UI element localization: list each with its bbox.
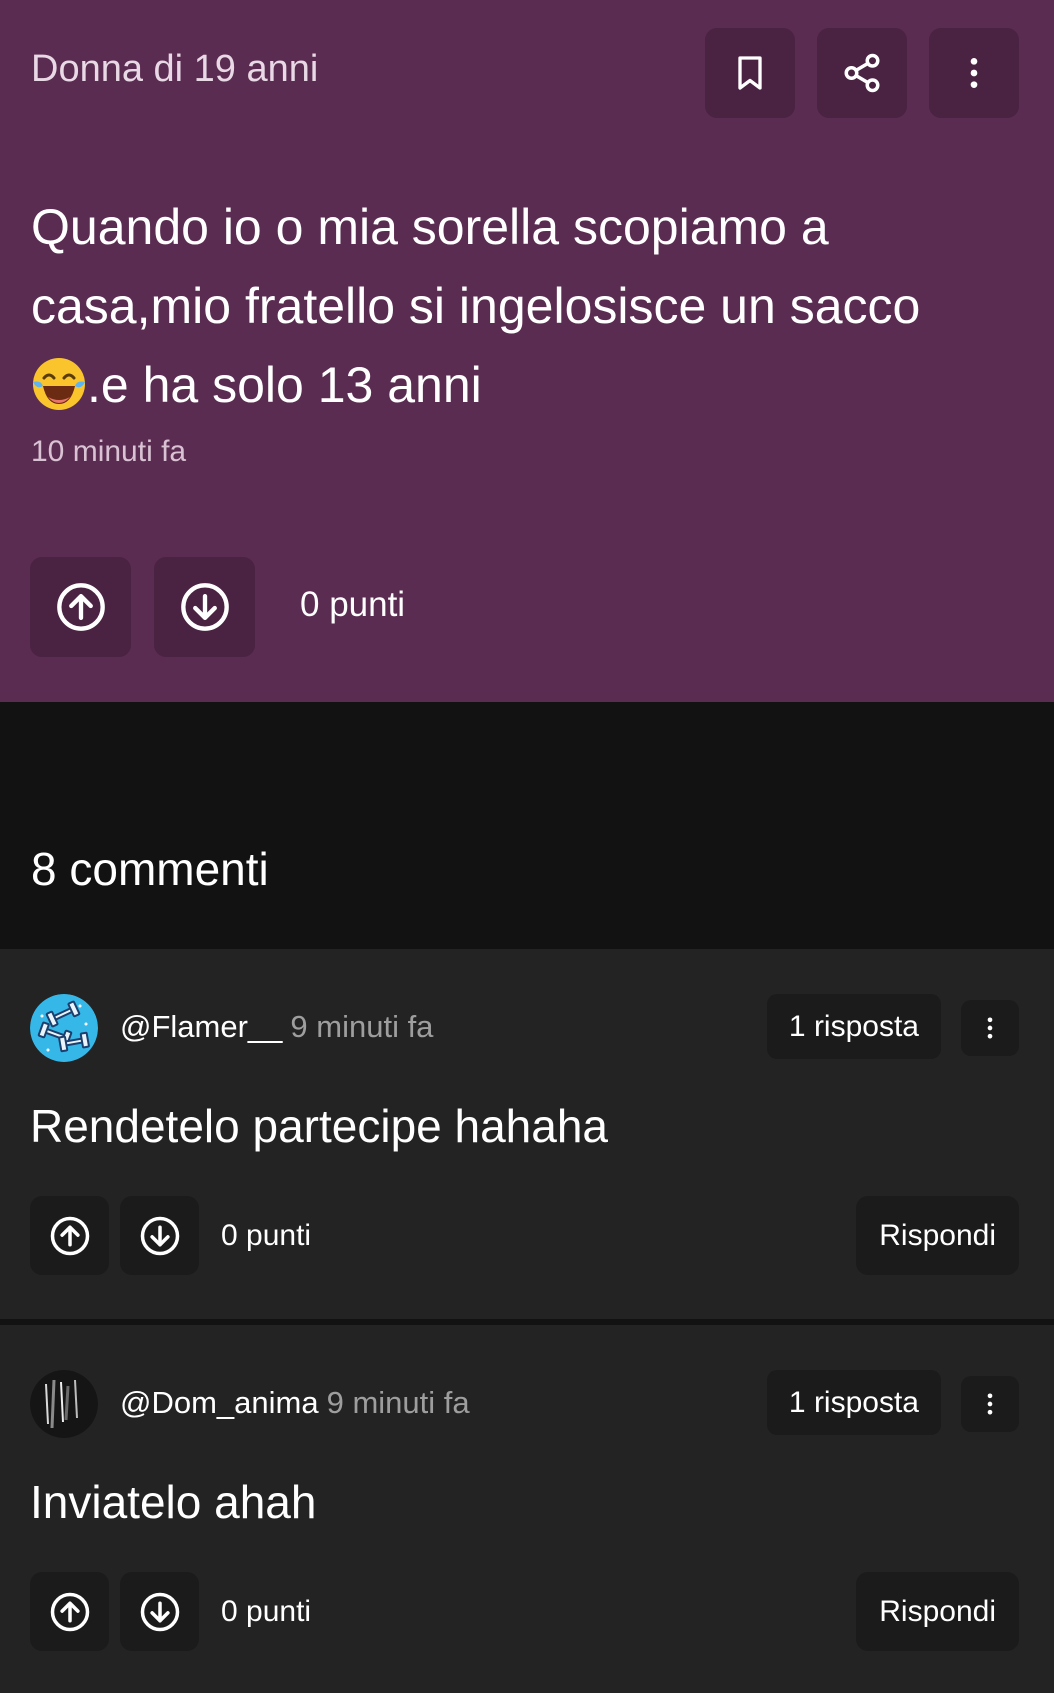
comment-card: @Dom_anima 9 minuti fa 1 risposta Inviate…: [0, 1325, 1054, 1693]
comment-timestamp: 9 minuti fa: [290, 1009, 434, 1044]
comment-text: Inviatelo ahah: [30, 1476, 317, 1528]
comment-downvote-button[interactable]: [120, 1572, 199, 1651]
arrow-up-circle-icon: [56, 583, 105, 631]
avatar[interactable]: [30, 1370, 98, 1438]
laughing-tears-emoji-icon: [33, 358, 85, 410]
reply-button[interactable]: Rispondi: [856, 1572, 1019, 1651]
arrow-down-circle-icon: [140, 1216, 179, 1255]
arrow-up-circle-icon: [50, 1216, 89, 1255]
bookmark-button[interactable]: [705, 28, 795, 118]
post-upvote-button[interactable]: [30, 557, 131, 657]
arrow-down-circle-icon: [140, 1592, 179, 1631]
reply-count-button[interactable]: 1 risposta: [766, 994, 941, 1059]
comment-upvote-button[interactable]: [30, 1196, 109, 1275]
more-vertical-icon: [987, 1017, 993, 1039]
post-text-line3: .e ha solo 13 anni: [87, 357, 482, 413]
post-body: Quando io o mia sorella scopiamo a casa,…: [31, 188, 1031, 425]
comment-more-button[interactable]: [961, 1000, 1019, 1056]
post-downvote-button[interactable]: [154, 557, 255, 657]
comment-points: 0 punti: [221, 1219, 312, 1252]
post-timestamp: 10 minuti fa: [31, 435, 187, 468]
avatar[interactable]: [30, 994, 98, 1062]
more-vertical-icon: [987, 1393, 993, 1415]
more-vertical-icon: [970, 58, 978, 88]
comment-text: Rendetelo partecipe hahaha: [30, 1100, 609, 1152]
comment-author-line: @Dom_anima 9 minuti fa: [120, 1385, 470, 1421]
share-button[interactable]: [817, 28, 907, 118]
comments-count-heading: 8 commenti: [31, 843, 269, 895]
post-text-line1: Quando io o mia sorella scopiamo a: [31, 199, 829, 255]
reply-button[interactable]: Rispondi: [856, 1196, 1019, 1275]
arrow-down-circle-icon: [180, 583, 229, 631]
post-points: 0 punti: [300, 585, 406, 624]
share-icon: [844, 53, 880, 93]
bookmark-icon: [738, 56, 762, 90]
post-card: Donna di 19 anni Quando io o mia sorella…: [0, 0, 1054, 702]
comment-upvote-button[interactable]: [30, 1572, 109, 1651]
reply-count-button[interactable]: 1 risposta: [766, 1370, 941, 1435]
comment-author-line: @Flamer__ 9 minuti fa: [120, 1009, 433, 1045]
post-author-meta: Donna di 19 anni: [31, 48, 319, 90]
post-more-button[interactable]: [929, 28, 1019, 118]
comment-username[interactable]: @Flamer__: [120, 1009, 282, 1044]
comment-more-button[interactable]: [961, 1376, 1019, 1432]
dumbbell-avatar-image: [30, 994, 98, 1062]
post-text-line2: casa,mio fratello si ingelosisce un sacc…: [31, 278, 921, 334]
comment-username[interactable]: @Dom_anima: [120, 1385, 319, 1420]
comment-timestamp: 9 minuti fa: [326, 1385, 470, 1420]
arrow-up-circle-icon: [50, 1592, 89, 1631]
comment-downvote-button[interactable]: [120, 1196, 199, 1275]
comment-points: 0 punti: [221, 1595, 312, 1628]
comment-card: @Flamer__ 9 minuti fa 1 risposta Rendetel…: [0, 949, 1054, 1321]
dark-abstract-avatar-image: [30, 1370, 98, 1438]
